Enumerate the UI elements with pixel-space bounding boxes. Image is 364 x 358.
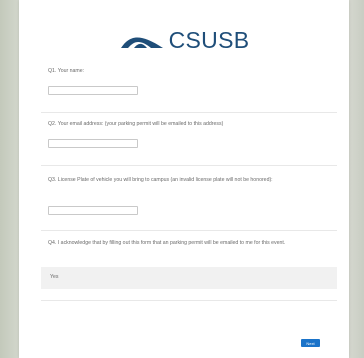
- divider: [41, 230, 337, 231]
- question-4-label: Q4. I acknowledge that by filling out th…: [48, 240, 286, 246]
- question-2-label: Q2. Your email address: (your parking pe…: [48, 121, 224, 127]
- license-plate-input[interactable]: [48, 206, 138, 215]
- name-input[interactable]: [48, 86, 138, 95]
- question-1-label: Q1. Your name:: [48, 68, 85, 74]
- divider: [41, 112, 337, 113]
- email-input[interactable]: [48, 139, 138, 148]
- divider: [41, 300, 337, 301]
- divider: [41, 165, 337, 166]
- csusb-logo: CSUSB: [19, 26, 349, 54]
- question-3-label: Q3. License Plate of vehicle you will br…: [48, 177, 273, 183]
- brand-name: CSUSB: [168, 26, 250, 53]
- yes-option[interactable]: Yes: [41, 267, 337, 289]
- yes-option-label: Yes: [50, 274, 59, 280]
- next-button[interactable]: Next: [301, 339, 320, 347]
- mountain-logo-icon: [120, 37, 163, 48]
- survey-card: CSUSB Q1. Your name: Q2. Your email addr…: [19, 0, 349, 358]
